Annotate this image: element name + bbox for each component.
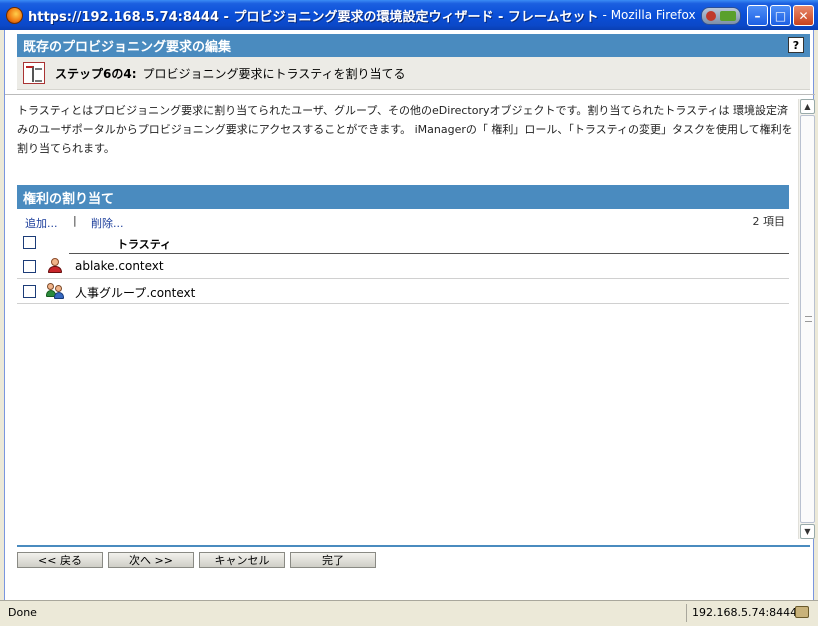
select-all-checkbox[interactable]: [23, 236, 36, 249]
tray-icon: [701, 6, 741, 25]
add-link[interactable]: 追加...: [25, 215, 58, 231]
next-button[interactable]: 次へ >>: [108, 552, 194, 568]
trustee-name: ablake.context: [75, 259, 164, 273]
footer-divider: [17, 545, 810, 547]
status-text: Done: [8, 606, 37, 619]
minimize-button[interactable]: –: [747, 5, 768, 26]
status-bar: Done 192.168.5.74:8444: [0, 600, 818, 626]
page-header: 既存のプロビジョニング要求の編集 ?: [17, 34, 810, 57]
finish-button[interactable]: 完了: [290, 552, 376, 568]
status-divider: [686, 604, 687, 622]
trustee-name: 人事グループ.context: [75, 286, 196, 300]
section-header: 権利の割り当て: [17, 185, 789, 209]
step-label: ステップ6の4:: [55, 66, 137, 81]
step-text: プロビジョニング要求にトラスティを割り当てる: [142, 66, 406, 81]
page-content: 既存のプロビジョニング要求の編集 ? ステップ6の4: プロビジョニング要求にト…: [4, 30, 815, 600]
row-checkbox[interactable]: [23, 260, 36, 273]
trustee-table: トラスティ ablake.context 人事グループ.context: [17, 232, 789, 304]
wizard-step-icon: [23, 62, 45, 84]
group-icon: [46, 283, 64, 299]
trustee-toolbar: 追加... | 削除... 2 項目: [17, 212, 789, 232]
help-button[interactable]: ?: [788, 37, 804, 53]
delete-link[interactable]: 削除...: [91, 215, 124, 231]
firefox-icon: [6, 6, 23, 24]
status-host: 192.168.5.74:8444: [692, 606, 798, 619]
page-title: 既存のプロビジョニング要求の編集: [23, 40, 232, 55]
table-row: 人事グループ.context: [17, 279, 789, 304]
back-button[interactable]: << 戻る: [17, 552, 103, 568]
toolbar-separator: |: [73, 214, 77, 227]
wizard-buttons: << 戻る 次へ >> キャンセル 完了: [17, 552, 381, 568]
window-app-name: - Mozilla Firefox: [602, 8, 696, 22]
vertical-scrollbar[interactable]: ▲ ▼: [798, 99, 815, 539]
row-checkbox[interactable]: [23, 285, 36, 298]
scroll-up-icon[interactable]: ▲: [800, 99, 815, 114]
window-titlebar: https://192.168.5.74:8444 - プロビジョニング要求の環…: [0, 0, 818, 30]
lock-icon[interactable]: [795, 606, 809, 618]
user-icon: [46, 258, 64, 274]
maximize-button[interactable]: □: [770, 5, 791, 26]
scroll-thumb[interactable]: [800, 115, 815, 523]
table-header: トラスティ: [23, 232, 789, 254]
item-count: 2 項目: [752, 215, 786, 228]
window-controls: – □ ✕: [701, 5, 814, 26]
scroll-down-icon[interactable]: ▼: [800, 524, 815, 539]
column-trustee: トラスティ: [117, 238, 172, 251]
scroll-region: トラスティとはプロビジョニング要求に割り当てられたユーザ、グループ、その他のeD…: [5, 94, 815, 542]
table-row: ablake.context: [17, 254, 789, 279]
cancel-button[interactable]: キャンセル: [199, 552, 285, 568]
description-text: トラスティとはプロビジョニング要求に割り当てられたユーザ、グループ、その他のeD…: [17, 104, 793, 155]
section-title: 権利の割り当て: [23, 191, 115, 207]
window-title: https://192.168.5.74:8444 - プロビジョニング要求の環…: [28, 9, 599, 25]
close-button[interactable]: ✕: [793, 5, 814, 26]
step-bar: ステップ6の4: プロビジョニング要求にトラスティを割り当てる: [17, 57, 810, 90]
